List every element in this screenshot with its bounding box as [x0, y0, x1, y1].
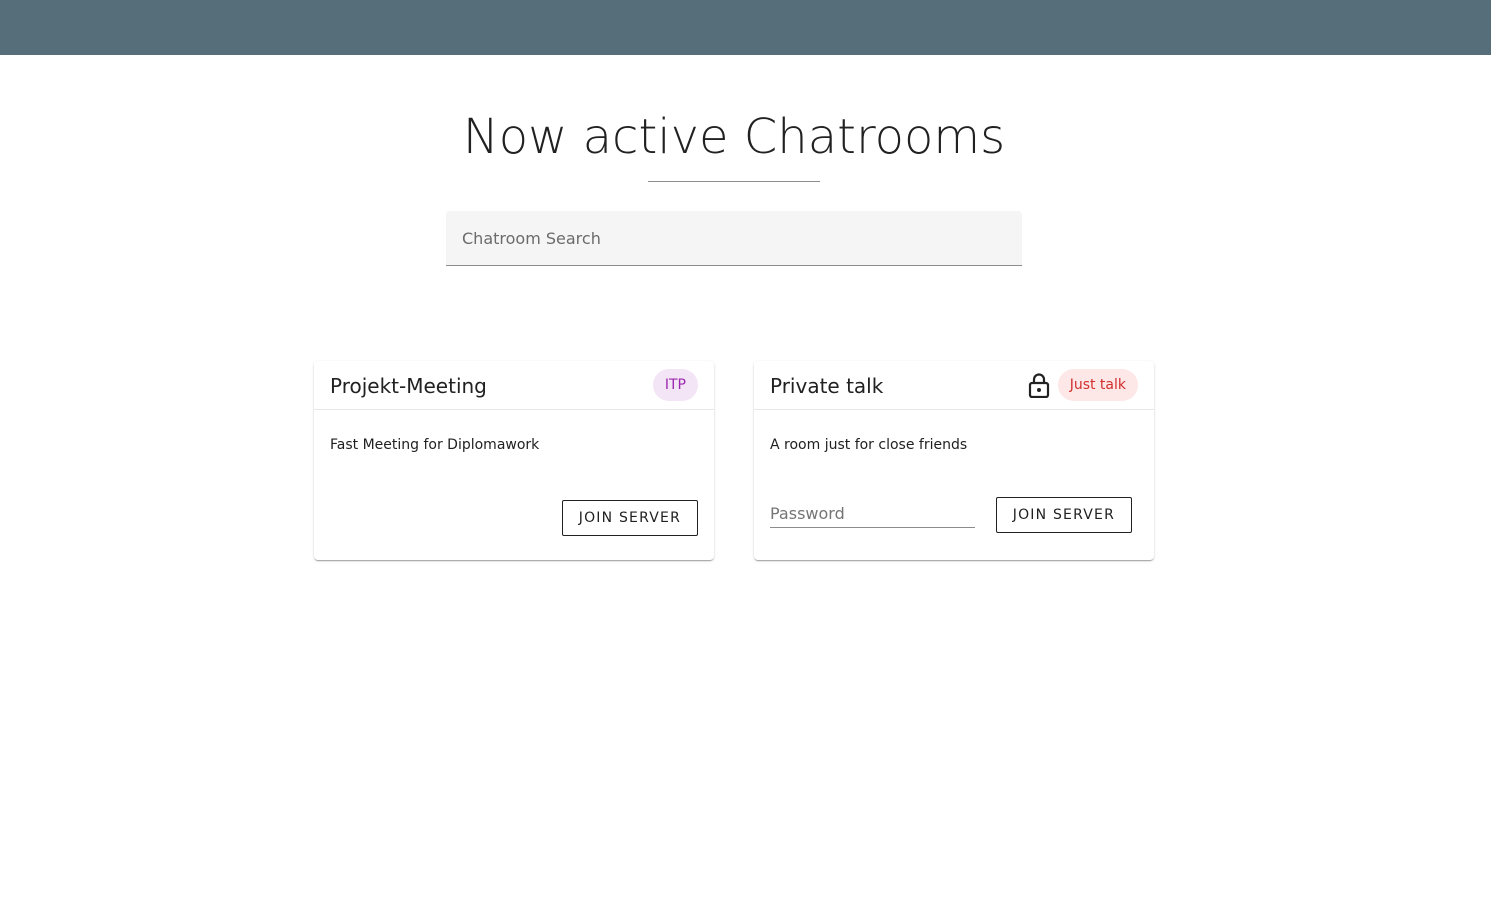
chatroom-card: Projekt-Meeting ITP Fast Meeting for Dip… — [314, 361, 714, 560]
lock-icon — [1027, 372, 1051, 399]
page-title: Now active Chatrooms — [462, 109, 1006, 165]
chatroom-tag-chip: Just talk — [1057, 369, 1138, 401]
join-server-button[interactable]: JOIN SERVER — [995, 497, 1132, 533]
chatroom-card: Private talk Just talk A room just for c… — [754, 361, 1154, 560]
chatroom-description: A room just for close friends — [770, 437, 968, 453]
card-header: Private talk Just talk — [754, 361, 1154, 410]
chatroom-title: Private talk — [770, 374, 884, 398]
join-server-button[interactable]: JOIN SERVER — [561, 500, 698, 536]
chatroom-tag-chip: ITP — [652, 369, 698, 401]
search-field[interactable] — [446, 211, 1022, 266]
top-app-bar — [0, 0, 1491, 55]
chatroom-description: Fast Meeting for Diplomawork — [330, 437, 540, 453]
password-input[interactable] — [770, 500, 975, 527]
password-field[interactable] — [770, 500, 975, 528]
search-input[interactable] — [446, 211, 1022, 265]
chatroom-title: Projekt-Meeting — [330, 374, 487, 398]
card-header: Projekt-Meeting ITP — [314, 361, 714, 410]
title-divider — [648, 181, 820, 182]
